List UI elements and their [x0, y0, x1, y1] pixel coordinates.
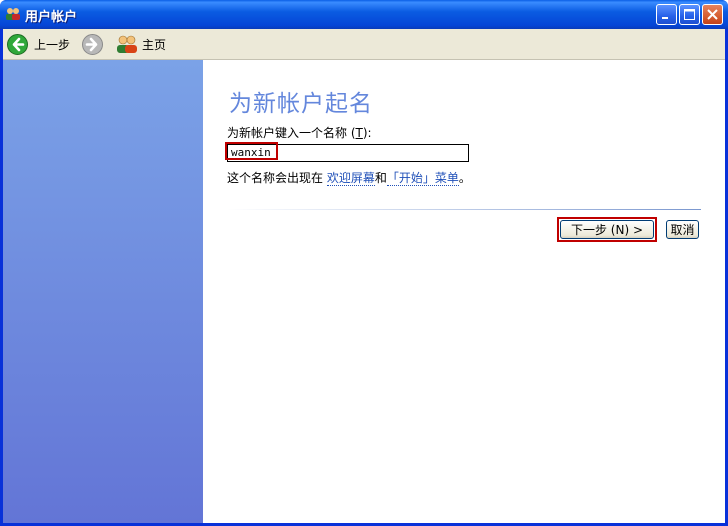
next-highlight-box: [557, 217, 657, 242]
main-panel: 为新帐户起名 为新帐户键入一个名称 (T): wanxin 这个名称会出现在 欢…: [203, 60, 725, 523]
info-prefix: 这个名称会出现在: [227, 171, 324, 185]
name-info-text: 这个名称会出现在 欢迎屏幕和「开始」菜单。: [227, 169, 471, 186]
back-arrow-icon: [7, 33, 28, 55]
window-title: 用户帐户: [25, 10, 78, 25]
welcome-screen-link[interactable]: 欢迎屏幕: [326, 171, 375, 186]
home-label: 主页: [142, 37, 167, 52]
users-home-icon: [117, 35, 137, 53]
cancel-button[interactable]: 取消: [666, 220, 699, 239]
task-pane: [3, 60, 203, 523]
toolbar: 上一步 主页: [3, 29, 725, 60]
home-button[interactable]: 主页: [116, 33, 166, 55]
prompt-text: 为新帐户键入一个名称 (: [227, 126, 356, 140]
close-button[interactable]: [702, 4, 723, 25]
info-mid: 和: [374, 171, 387, 185]
minimize-button[interactable]: [656, 4, 677, 25]
start-menu-link[interactable]: 「开始」菜单: [386, 171, 459, 186]
user-accounts-icon: [5, 6, 21, 22]
prompt-suffix: ):: [362, 126, 372, 140]
close-icon: [707, 9, 718, 20]
page-title: 为新帐户起名: [229, 91, 373, 117]
input-highlight-box: [225, 142, 278, 160]
maximize-icon: [684, 9, 695, 20]
forward-button[interactable]: [82, 33, 103, 55]
maximize-button[interactable]: [679, 4, 700, 25]
back-button[interactable]: 上一步: [7, 33, 70, 55]
back-label: 上一步: [34, 37, 71, 52]
title-bar[interactable]: 用户帐户: [0, 0, 728, 29]
content-area: 为新帐户起名 为新帐户键入一个名称 (T): wanxin 这个名称会出现在 欢…: [3, 60, 725, 523]
info-suffix: 。: [458, 171, 471, 185]
forward-arrow-icon: [82, 33, 103, 55]
user-accounts-window: 用户帐户 上一步 主页 为新帐户起名 为新帐户键入一个名称 (T): wanxi…: [0, 0, 728, 526]
divider: [227, 209, 701, 210]
prompt-accelerator: T: [355, 126, 363, 140]
minimize-icon: [662, 17, 668, 19]
name-prompt: 为新帐户键入一个名称 (T):: [227, 124, 372, 141]
